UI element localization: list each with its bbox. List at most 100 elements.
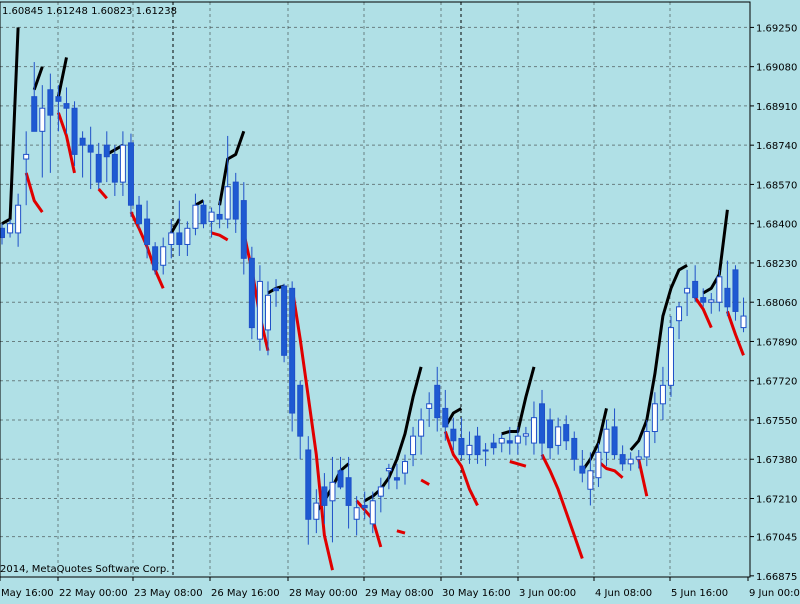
candle-body — [95, 153, 102, 183]
candle-body — [87, 144, 94, 153]
candle-body — [71, 107, 78, 155]
candle-body — [498, 437, 505, 444]
candle-body — [603, 428, 610, 453]
candle-body — [273, 287, 280, 292]
candle-body — [442, 407, 449, 428]
x-tick-label: 28 May 00:00 — [289, 588, 358, 599]
candle-body — [692, 280, 699, 299]
candle-body — [667, 327, 674, 386]
candle-body — [450, 428, 457, 442]
y-tick-label: 1.67890 — [756, 337, 797, 348]
candle-body — [160, 246, 167, 266]
candle-body — [611, 426, 618, 456]
candle-body — [563, 424, 570, 442]
candle-body — [700, 297, 707, 303]
y-tick-label: 1.67380 — [756, 455, 797, 466]
candle-body — [595, 451, 602, 479]
y-tick-label: 1.69250 — [756, 23, 797, 34]
candle-body — [184, 227, 191, 245]
ohlc-readout: 1.60845 1.61248 1.60823 1.61238 — [2, 6, 177, 17]
y-tick-label: 1.68570 — [756, 180, 797, 191]
candle-body — [144, 218, 151, 245]
candle-body — [708, 299, 715, 303]
candle-body — [248, 257, 255, 329]
x-tick-label: 3 Jun 00:00 — [519, 588, 576, 599]
candle-body — [724, 287, 731, 308]
candle-body — [136, 204, 143, 225]
x-tick-label: 23 May 08:00 — [134, 588, 203, 599]
y-tick-label: 1.67720 — [756, 377, 797, 388]
candle-body — [506, 440, 513, 444]
candle-body — [79, 137, 86, 146]
candle-body — [127, 142, 134, 206]
candle-body — [530, 417, 537, 444]
candle-body — [353, 507, 360, 520]
candle-body — [289, 287, 296, 414]
candle-body — [369, 500, 376, 525]
candle-body — [305, 449, 312, 520]
candle-body — [103, 144, 110, 158]
candle-body — [587, 470, 594, 490]
y-tick-label: 1.68400 — [756, 220, 797, 231]
candle-body — [426, 403, 433, 409]
candle-body — [418, 419, 425, 437]
candle-body — [39, 107, 46, 132]
x-tick-label: 22 May 00:00 — [59, 588, 128, 599]
candle-body — [55, 96, 62, 102]
y-tick-label: 1.69080 — [756, 63, 797, 74]
y-tick-label: 1.68910 — [756, 102, 797, 113]
candle-body — [579, 465, 586, 474]
candle-body — [232, 181, 239, 220]
candle-body — [482, 449, 489, 452]
candle-body — [393, 477, 400, 481]
y-tick-label: 1.68230 — [756, 259, 797, 270]
candle-body — [716, 276, 723, 303]
candle-body — [208, 211, 215, 222]
candle-body — [555, 426, 562, 446]
x-tick-label: 9 Jun 00:0 — [749, 588, 800, 599]
y-axis: 1.69250 1.69080 1.68910 1.68740 1.68570 1.684… — [750, 23, 797, 583]
plot-background — [0, 0, 800, 600]
candle-body — [410, 435, 417, 456]
candle-body — [643, 431, 650, 458]
copyright-label: 2014, MetaQuotes Software Corp. — [0, 564, 169, 575]
candle-body — [192, 204, 199, 229]
candle-body — [377, 486, 384, 497]
y-tick-label: 1.67045 — [756, 533, 797, 544]
y-tick-label: 1.67550 — [756, 416, 797, 427]
candle-body — [321, 486, 328, 506]
candle-body — [176, 232, 183, 245]
candle-body — [385, 467, 392, 472]
y-tick-label: 1.66875 — [756, 572, 797, 583]
candle-body — [297, 384, 304, 437]
candle-body — [0, 227, 5, 239]
candle-body — [466, 444, 473, 456]
candle-body — [152, 246, 159, 271]
candle-body — [676, 306, 683, 322]
y-tick-label: 1.68740 — [756, 141, 797, 152]
candle-body — [119, 144, 126, 183]
candle-body — [200, 204, 207, 225]
price-chart: 1.69250 1.69080 1.68910 1.68740 1.68570 1.684… — [0, 0, 800, 600]
candle-body — [15, 204, 22, 234]
candle-body — [7, 223, 14, 234]
candle-body — [168, 232, 175, 245]
candle-body — [659, 384, 666, 405]
candle-body — [256, 280, 263, 340]
chart-canvas: 1.69250 1.69080 1.68910 1.68740 1.68570 1.684… — [0, 0, 800, 600]
x-tick-label: May 16:00 — [1, 588, 54, 599]
candle-body — [47, 89, 54, 116]
candle-body — [434, 384, 441, 419]
y-tick-label: 1.68060 — [756, 298, 797, 309]
y-tick-label: 1.67210 — [756, 494, 797, 505]
candle-body — [571, 437, 578, 460]
candle-body — [216, 213, 223, 220]
candle-body — [627, 458, 634, 465]
candle-body — [732, 269, 739, 312]
x-tick-label: 29 May 08:00 — [365, 588, 434, 599]
candle-body — [361, 504, 368, 509]
candle-body — [345, 477, 352, 506]
candle-body — [264, 294, 271, 331]
candle-body — [111, 153, 118, 183]
candle-body — [224, 186, 231, 220]
